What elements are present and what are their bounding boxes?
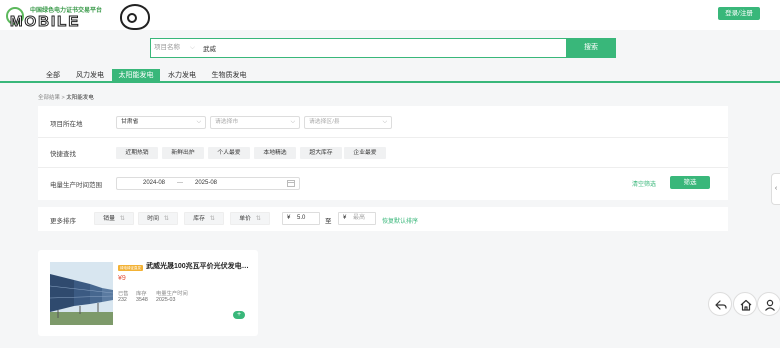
time-range-label: 电量生产时间范围 [50, 182, 102, 189]
profile-button[interactable] [757, 292, 780, 316]
tab-hydro[interactable]: 水力发电 [164, 69, 200, 82]
logo-mascot-icon [120, 4, 150, 30]
side-panel-toggle[interactable]: ‹ [771, 173, 780, 205]
district-select[interactable]: 请选择区/县 ⌵ [304, 116, 392, 129]
product-badge: 绿电绿证直发 [118, 265, 143, 271]
login-register-button[interactable]: 登录/注册 [718, 7, 760, 20]
sort-time-label: 时间 [147, 216, 159, 222]
quick-chip-hot[interactable]: 近期热销 [116, 147, 158, 159]
search-bar: 项目名称 ⌵ 搜索 [150, 38, 616, 58]
sort-arrow-icon: ⇅ [163, 216, 169, 222]
search-category-label: 项目名称 [154, 44, 180, 51]
breadcrumb-separator: > [61, 95, 65, 101]
sort-stock[interactable]: 库存 ⇅ [184, 212, 224, 225]
back-arrow-icon [715, 300, 727, 310]
divider [38, 137, 728, 138]
province-select[interactable]: 甘肃省 ⌵ [116, 116, 206, 129]
production-time-value: 2025-03 [156, 297, 176, 303]
calendar-icon [287, 179, 295, 192]
price-max-input[interactable]: ¥ 最高 [338, 212, 376, 225]
breadcrumb-current: 太阳能发电 [66, 95, 94, 101]
location-label: 项目所在地 [50, 121, 83, 128]
home-button[interactable] [733, 292, 757, 316]
province-value: 甘肃省 [121, 119, 139, 125]
sort-sales[interactable]: 销量 ⇅ [94, 212, 134, 225]
date-range-picker[interactable]: 2024-08 — 2025-08 [116, 177, 300, 190]
filter-button[interactable]: 筛选 [670, 176, 710, 189]
date-from[interactable]: 2024-08 [143, 178, 165, 189]
tab-wind[interactable]: 风力发电 [72, 69, 108, 82]
price-max-placeholder: 最高 [353, 215, 366, 221]
city-placeholder: 请选择市 [215, 119, 239, 125]
product-title[interactable]: 武威光晟100兆瓦平价光伏发电项目 [146, 261, 251, 271]
search-button[interactable]: 搜索 [566, 39, 616, 57]
currency-symbol: ¥ [287, 215, 291, 221]
sort-time[interactable]: 时间 ⇅ [138, 212, 178, 225]
price-range-separator: 至 [325, 218, 332, 225]
sort-panel: 更多排序 销量 ⇅ 时间 ⇅ 库存 ⇅ 单价 ⇅ ¥ 5.0 至 ¥ 最高 恢复默认排序 [38, 207, 728, 231]
divider [38, 167, 728, 168]
quick-chip-new[interactable]: 新鲜出炉 [162, 147, 204, 159]
top-bar: 中国绿色电力证书交易平台 MOBILE 登录/注册 [0, 0, 780, 31]
sort-arrow-icon: ⇅ [209, 216, 215, 222]
chevron-down-icon: ⌵ [382, 119, 387, 125]
quick-chip-local[interactable]: 本地精选 [254, 147, 296, 159]
sort-stock-label: 库存 [193, 216, 205, 222]
breadcrumb-root[interactable]: 全部结果 [38, 95, 60, 101]
tab-biomass[interactable]: 生物质发电 [206, 69, 252, 82]
quick-find-label: 快捷查找 [50, 151, 76, 158]
tab-solar[interactable]: 太阳能发电 [112, 69, 160, 82]
search-category-select[interactable]: 项目名称 ⌵ [154, 39, 198, 57]
search-input[interactable] [203, 39, 563, 57]
chevron-left-icon: ‹ [774, 185, 778, 192]
chevron-down-icon: ⌵ [290, 119, 295, 125]
quick-chip-stock[interactable]: 超大库存 [300, 147, 342, 159]
filter-panel: 项目所在地 甘肃省 ⌵ 请选择市 ⌵ 请选择区/县 ⌵ 快捷查找 近期热销 新鲜… [38, 106, 728, 200]
category-tabs: 全部 风力发电 太阳能发电 水力发电 生物质发电 [0, 69, 780, 83]
sort-price-label: 单价 [239, 216, 251, 222]
sort-price[interactable]: 单价 ⇅ [230, 212, 270, 225]
breadcrumb: 全部结果 > 太阳能发电 [38, 93, 94, 101]
home-icon [740, 299, 752, 311]
product-image[interactable] [50, 262, 113, 325]
currency-symbol: ¥ [343, 215, 347, 221]
date-to[interactable]: 2025-08 [195, 178, 217, 189]
sort-sales-label: 销量 [103, 216, 115, 222]
quick-chip-enterprise[interactable]: 企业最爱 [344, 147, 386, 159]
site-logo[interactable]: 中国绿色电力证书交易平台 MOBILE [6, 3, 150, 31]
sort-label: 更多排序 [50, 218, 76, 225]
city-select[interactable]: 请选择市 ⌵ [210, 116, 300, 129]
district-placeholder: 请选择区/县 [309, 119, 340, 125]
reset-sort-link[interactable]: 恢复默认排序 [382, 216, 418, 225]
product-price: ¥9 [118, 275, 126, 282]
price-min-value: 5.0 [297, 215, 306, 221]
stock-value: 3548 [136, 297, 148, 303]
back-button[interactable] [708, 292, 732, 316]
sold-value: 232 [118, 297, 127, 303]
product-card[interactable]: 绿电绿证直发 武威光晟100兆瓦平价光伏发电项目 ¥9 已售 库存 电量生产时间… [38, 250, 258, 336]
sort-arrow-icon: ⇅ [255, 216, 261, 222]
quick-chip-personal[interactable]: 个人最爱 [208, 147, 250, 159]
clear-filters-link[interactable]: 清空筛选 [632, 179, 656, 188]
chevron-down-icon: ⌵ [190, 44, 195, 51]
sold-label: 已售 [118, 291, 129, 297]
date-separator: — [177, 180, 183, 186]
production-time-label: 电量生产时间 [156, 291, 188, 297]
stock-label: 库存 [136, 291, 147, 297]
user-icon [765, 299, 775, 311]
logo-watermark: MOBILE [9, 13, 81, 31]
tab-all[interactable]: 全部 [38, 69, 68, 82]
add-to-cart-button[interactable]: + [233, 311, 245, 319]
sort-arrow-icon: ⇅ [119, 216, 125, 222]
price-min-input[interactable]: ¥ 5.0 [282, 212, 320, 225]
chevron-down-icon: ⌵ [196, 119, 201, 125]
